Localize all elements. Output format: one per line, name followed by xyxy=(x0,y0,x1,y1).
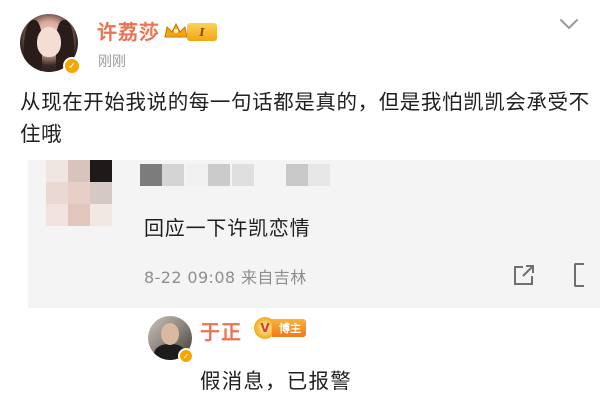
blogger-badge-label: 博主 xyxy=(272,319,306,337)
avatar-head xyxy=(161,323,179,345)
verified-icon: ✓ xyxy=(178,348,194,364)
author-name[interactable]: 许荔莎 xyxy=(97,16,160,45)
reply-text: 假消息，已报警 xyxy=(200,369,352,393)
blogger-badge: V 博主 xyxy=(254,316,306,340)
weibo-post: ✓ 许荔莎 I 刚刚 从现在开始我说的每一句话都是真的，但是我怕凯凯会承受不住哦 xyxy=(0,0,600,402)
chevron-down-icon[interactable] xyxy=(558,16,580,32)
quoted-post-meta: 8-22 09:08 来自吉林 xyxy=(144,268,307,287)
post-time: 刚刚 xyxy=(98,54,126,70)
crown-icon xyxy=(164,22,188,38)
blurred-avatar xyxy=(46,160,122,238)
avatar-face xyxy=(37,27,61,57)
verified-icon: ✓ xyxy=(63,57,81,75)
level-badge: I xyxy=(187,23,217,41)
quoted-post-card[interactable]: 回应一下许凯恋情 8-22 09:08 来自吉林 ✓ 于正 V 博主 假消息，已… xyxy=(28,160,600,402)
reply-comment: ✓ 于正 V 博主 假消息，已报警 xyxy=(28,308,600,402)
reply-author-name[interactable]: 于正 xyxy=(200,316,242,345)
share-icon[interactable] xyxy=(512,263,536,287)
post-text: 从现在开始我说的每一句话都是真的，但是我怕凯凯会承受不住哦 xyxy=(20,90,590,146)
quoted-post-text: 回应一下许凯恋情 xyxy=(144,216,311,240)
comment-icon[interactable] xyxy=(574,263,584,287)
